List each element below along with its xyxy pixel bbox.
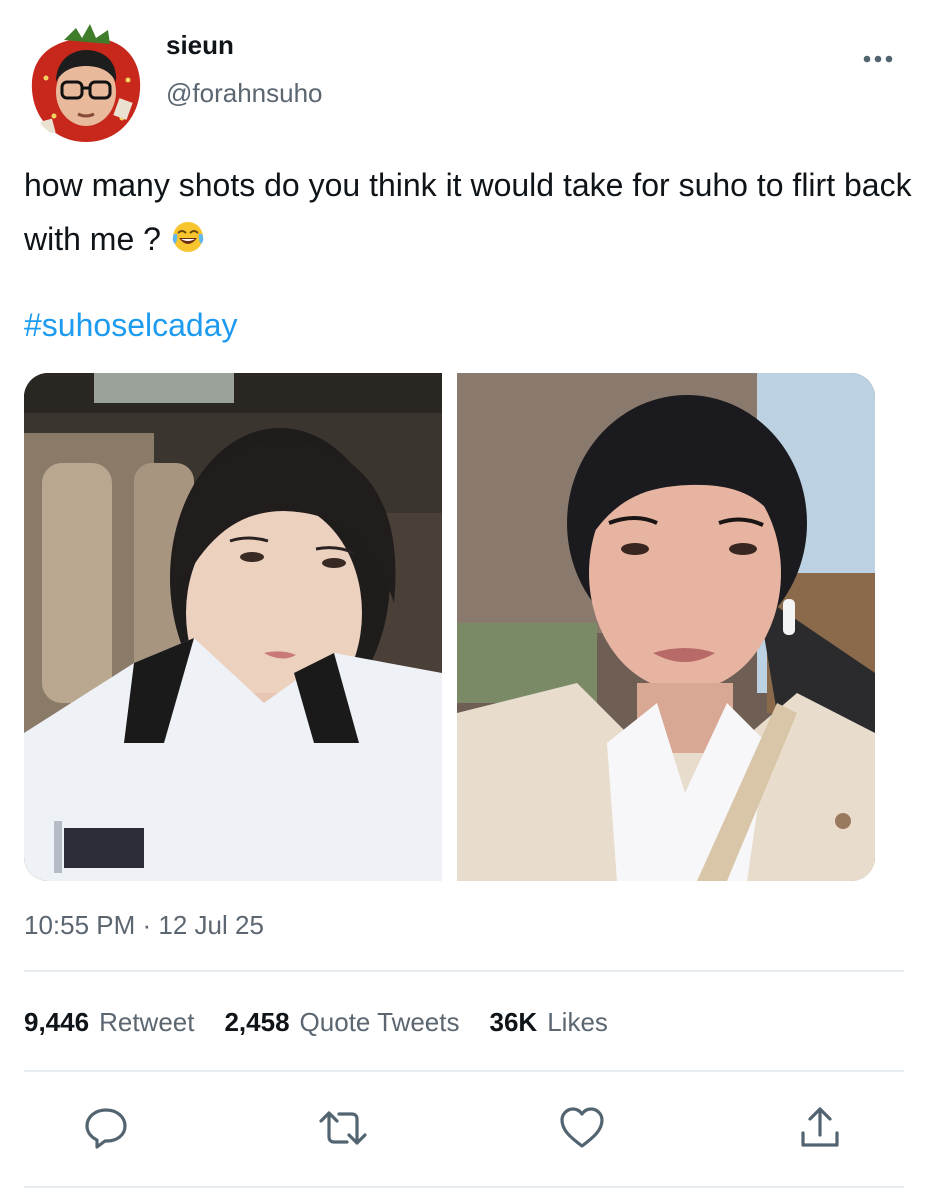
- share-button[interactable]: [794, 1102, 846, 1154]
- tweet-text-body: how many shots do you think it would tak…: [24, 167, 912, 257]
- retweets-label: Retweet: [99, 1007, 195, 1037]
- tweet-photo-2[interactable]: [457, 373, 875, 881]
- share-icon: [801, 1107, 839, 1147]
- like-button[interactable]: [556, 1102, 608, 1154]
- tweet-timestamp[interactable]: 10:55 PM · 12 Jul 25: [24, 908, 264, 942]
- divider: [24, 1070, 904, 1072]
- likes-count: 36K: [489, 1007, 538, 1037]
- quote-tweets-count: 2,458: [224, 1007, 290, 1037]
- quote-tweets-stat[interactable]: 2,458 Quote Tweets: [224, 1004, 459, 1040]
- selfie-photo-left: [24, 373, 442, 881]
- hashtag-link[interactable]: #suhoselcaday: [24, 300, 237, 350]
- display-name[interactable]: sieun: [166, 30, 234, 60]
- strawberry-avatar-icon: [24, 20, 148, 144]
- selfie-photo-right: [457, 373, 875, 881]
- divider: [24, 970, 904, 972]
- user-avatar[interactable]: [24, 20, 148, 144]
- tweet-detail: sieun @forahnsuho how many shots do you …: [0, 0, 927, 1200]
- heart-icon: [560, 1107, 604, 1148]
- tweet-text: how many shots do you think it would tak…: [24, 158, 914, 270]
- reply-button[interactable]: [80, 1102, 132, 1154]
- likes-stat[interactable]: 36K Likes: [490, 1004, 608, 1040]
- tweet-photo-1[interactable]: [24, 373, 442, 881]
- retweet-button[interactable]: [317, 1102, 369, 1154]
- retweets-stat[interactable]: 9,446 Retweet: [24, 1004, 194, 1040]
- more-options-button[interactable]: [854, 44, 902, 74]
- user-handle[interactable]: @forahnsuho: [166, 78, 323, 108]
- retweet-icon: [319, 1111, 367, 1145]
- engagement-stats: 9,446 Retweet 2,458 Quote Tweets 36K Likes: [24, 1004, 608, 1040]
- face-with-tears-of-joy-icon: [171, 216, 205, 270]
- quote-tweets-label: Quote Tweets: [299, 1007, 460, 1037]
- divider: [24, 1186, 904, 1188]
- more-dots-icon: [863, 55, 893, 63]
- retweets-count: 9,446: [24, 1007, 90, 1037]
- reply-icon: [85, 1108, 127, 1149]
- likes-label: Likes: [547, 1007, 608, 1037]
